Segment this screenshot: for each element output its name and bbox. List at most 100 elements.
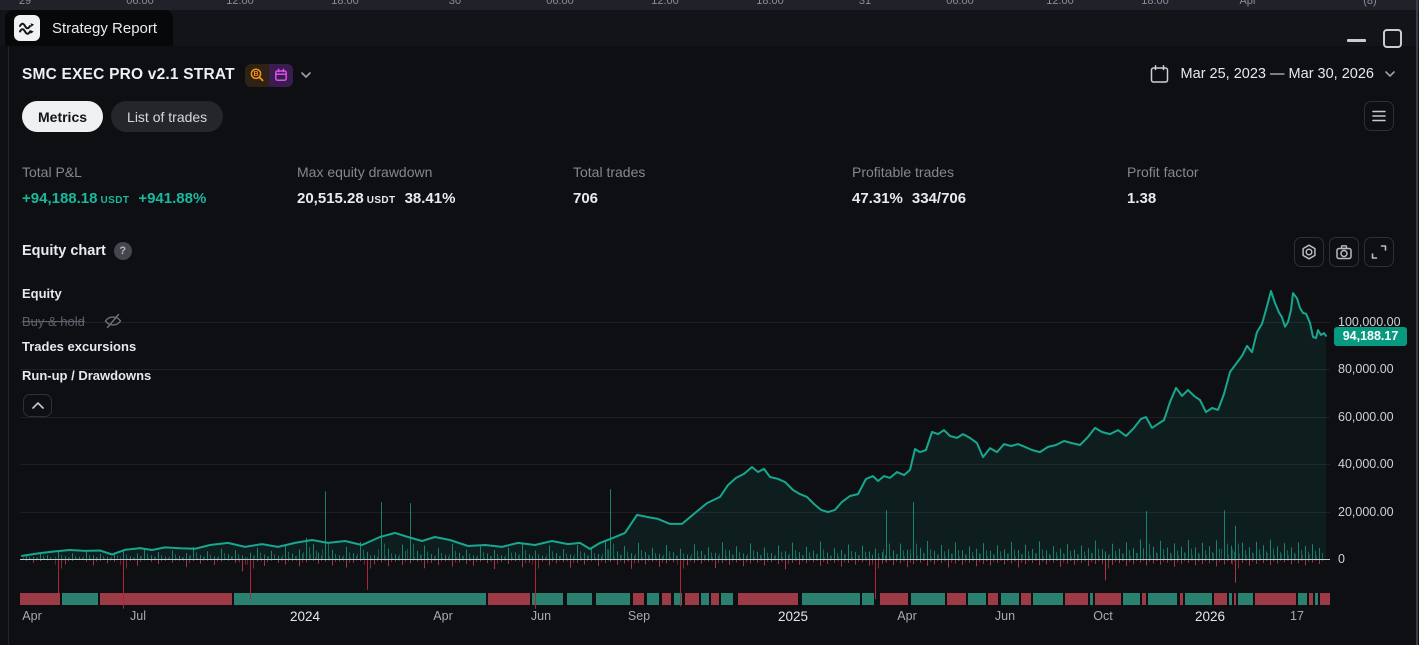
time-axis-label: Jul (130, 609, 146, 623)
timeline-segment (862, 593, 874, 605)
visibility-off-icon[interactable] (103, 312, 123, 330)
report-layout-button[interactable] (1364, 101, 1394, 131)
background-chart-strip: 2906:0012:0018:003006:0012:0018:003106:0… (0, 0, 1419, 10)
metric-max-drawdown: Max equity drawdown 20,515.28USDT38.41% (297, 164, 455, 207)
time-axis-label: 17 (1290, 609, 1304, 623)
strategy-tester-icon (14, 15, 40, 41)
price-axis-label: 80,000.00 (1338, 362, 1394, 376)
calendar-badge-icon (269, 64, 293, 87)
timeline-segment (1142, 593, 1146, 605)
date-range-picker[interactable]: Mar 25, 2023 — Mar 30, 2026 (1149, 61, 1395, 87)
metric-value2: 334/706 (912, 190, 966, 207)
equity-area (22, 291, 1326, 559)
timeline-segment (685, 593, 699, 605)
tab-title: Strategy Report (52, 20, 157, 37)
timeline-segment (1001, 593, 1019, 605)
metric-value: 20,515.28 (297, 190, 364, 207)
metric-label: Profitable trades (852, 164, 966, 180)
legend-buy-and-hold[interactable]: Buy & hold (22, 312, 123, 330)
timeline-segment (1185, 593, 1212, 605)
timeline-segment (1315, 593, 1318, 605)
timeline-segment (701, 593, 709, 605)
tab-metrics[interactable]: Metrics (22, 101, 103, 132)
time-axis-label: Apr (433, 609, 452, 623)
timeline-segment (633, 593, 644, 605)
timeline-segment (532, 593, 563, 605)
restore-window-button[interactable] (1383, 29, 1402, 48)
metric-profit-factor: Profit factor 1.38 (1127, 164, 1199, 207)
calendar-icon (1149, 64, 1170, 85)
time-axis-label: Jun (995, 609, 1015, 623)
price-axis-label: 40,000.00 (1338, 457, 1394, 471)
legend-equity[interactable]: Equity (22, 286, 62, 301)
equity-chart-title: Equity chart (22, 243, 106, 259)
price-axis-label: 20,000.00 (1338, 505, 1394, 519)
chart-snapshot-button[interactable] (1329, 237, 1359, 267)
metric-value: +94,188.18 (22, 190, 98, 207)
chart-settings-button[interactable] (1294, 237, 1324, 267)
background-time-label: 18:00 (331, 0, 359, 7)
strategy-report-tab[interactable]: Strategy Report (5, 10, 173, 46)
strategy-name: SMC EXEC PRO v2.1 STRAT (22, 66, 235, 84)
bitcoin-search-icon: B (245, 64, 269, 87)
report-tabs: Metrics List of trades (22, 101, 223, 132)
chart-fullscreen-button[interactable] (1364, 237, 1394, 267)
timeline-segment (1255, 593, 1296, 605)
timeline-segment (647, 593, 659, 605)
background-time-label: 06:00 (946, 0, 974, 7)
timeline-segment (234, 593, 486, 605)
timeline-segment (1095, 593, 1121, 605)
background-time-label: 29 (19, 0, 31, 7)
time-axis-label: 2025 (778, 609, 808, 624)
collapse-legend-button[interactable] (23, 394, 52, 417)
metric-value2: 38.41% (405, 190, 456, 207)
timeline-segment (20, 593, 60, 605)
minimize-button[interactable] (1345, 26, 1369, 50)
timeline-segment (62, 593, 98, 605)
background-time-label: 18:00 (756, 0, 784, 7)
timeline-segment (738, 593, 798, 605)
equity-chart-canvas (0, 0, 1419, 645)
time-axis-label: 2024 (290, 609, 320, 624)
metric-total-trades: Total trades 706 (573, 164, 645, 207)
date-range-text: Mar 25, 2023 — Mar 30, 2026 (1181, 66, 1374, 82)
timeline-segment (1065, 593, 1088, 605)
timeline-segment (911, 593, 945, 605)
metric-profitable-trades: Profitable trades 47.31%334/706 (852, 164, 966, 207)
metric-label: Profit factor (1127, 164, 1199, 180)
timeline-segment (1229, 593, 1232, 605)
background-time-label: 18:00 (1141, 0, 1169, 7)
help-icon[interactable]: ? (114, 242, 132, 260)
timeline-segment (488, 593, 530, 605)
last-value-badge: 94,188.17 (1334, 327, 1407, 346)
timeline-segment (1180, 593, 1183, 605)
background-time-label: 12:00 (226, 0, 254, 7)
timeline-segment (988, 593, 998, 605)
strategy-selector[interactable]: SMC EXEC PRO v2.1 STRAT B (22, 62, 311, 88)
timeline-segment (968, 593, 986, 605)
time-axis-label: 2026 (1195, 609, 1225, 624)
window-tab-bar: Strategy Report (0, 10, 1419, 46)
timeline-segment (1298, 593, 1307, 605)
time-axis-label: Apr (897, 609, 916, 623)
time-axis-label: Apr (22, 609, 41, 623)
metric-label: Max equity drawdown (297, 164, 455, 180)
timeline-segment (1320, 593, 1330, 605)
timeline-segment (100, 593, 232, 605)
timeline-segment (662, 593, 671, 605)
legend-trades-excursions[interactable]: Trades excursions (22, 339, 136, 354)
background-time-label: 31 (859, 0, 871, 7)
chevron-down-icon (301, 72, 311, 78)
timeline-segment (1214, 593, 1227, 605)
tab-list-of-trades[interactable]: List of trades (111, 101, 223, 132)
strategy-symbol-badge[interactable]: B (245, 64, 293, 87)
timeline-segment (1234, 593, 1236, 605)
legend-buy-and-hold-label: Buy & hold (22, 314, 85, 329)
timeline-segment (1123, 593, 1140, 605)
legend-runup-drawdowns[interactable]: Run-up / Drawdowns (22, 368, 151, 383)
time-axis-label: Sep (628, 609, 650, 623)
background-time-label: 30 (449, 0, 461, 7)
time-axis-label: Jun (531, 609, 551, 623)
time-axis-label: Oct (1093, 609, 1112, 623)
timeline-segment (721, 593, 733, 605)
